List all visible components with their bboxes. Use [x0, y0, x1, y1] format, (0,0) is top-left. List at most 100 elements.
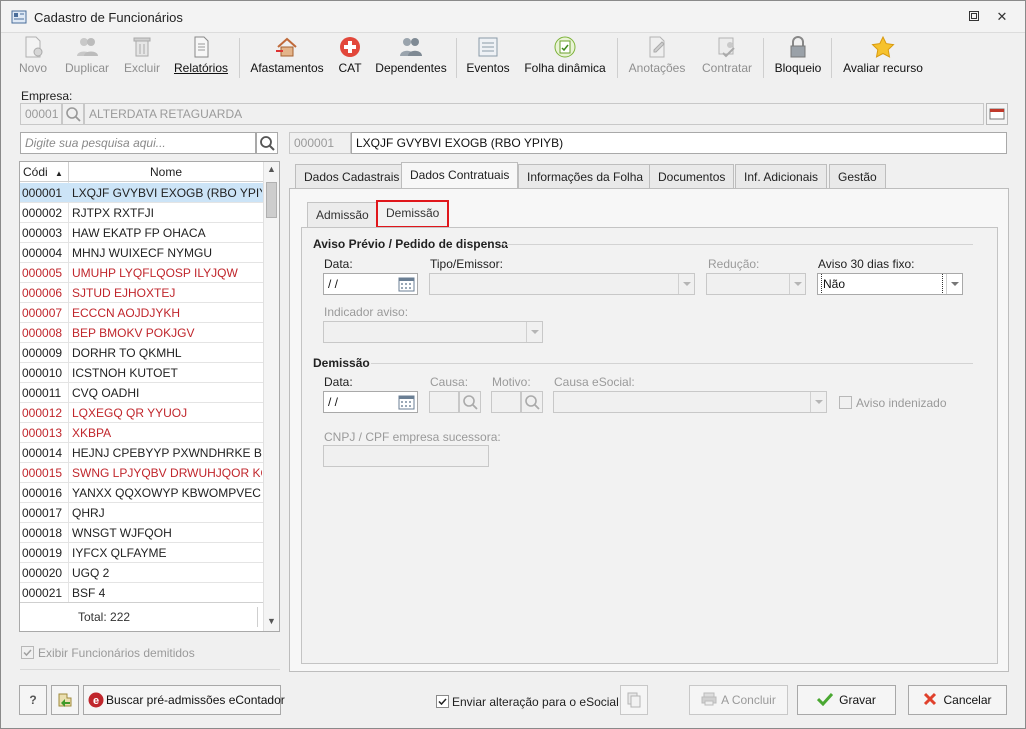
row-name: CVQ OADHI [72, 386, 140, 400]
contratar-button[interactable]: Contratar [697, 34, 757, 80]
cnpj-sucessora-input[interactable] [323, 445, 489, 467]
table-row[interactable]: 000004 MHNJ WUIXECF NYMGU [20, 243, 263, 263]
tab-dados-contratuais[interactable]: Dados Contratuais [401, 162, 519, 189]
table-row[interactable]: 000001 LXQJF GVYBVI EXOGB (RBO YPIYB) [20, 183, 263, 203]
table-row[interactable]: 000007 ECCCN AOJDJYKH [20, 303, 263, 323]
table-row[interactable]: 000010 ICSTNOH KUTOET [20, 363, 263, 383]
tipo-emissor-select[interactable] [429, 273, 695, 295]
indicador-aviso-select[interactable] [323, 321, 543, 343]
chevron-down-icon [810, 392, 826, 412]
column-code-header[interactable]: Códi ▲ [23, 162, 63, 182]
avaliar-recurso-button[interactable]: Avaliar recurso [841, 34, 925, 80]
list-rows: 000001 LXQJF GVYBVI EXOGB (RBO YPIYB) 000… [20, 183, 263, 603]
table-row[interactable]: 000011 CVQ OADHI [20, 383, 263, 403]
demissao-data-label: Data: [324, 375, 353, 389]
folha-dinamica-label: Folha dinâmica [524, 61, 606, 75]
table-row[interactable]: 000020 UGQ 2 [20, 563, 263, 583]
exibir-demitidos-checkbox[interactable] [21, 646, 34, 659]
concluir-button[interactable]: A Concluir [689, 685, 788, 715]
employee-name-field[interactable]: LXQJF GVYBVI EXOGB (RBO YPIYB) [351, 132, 1007, 154]
row-name: HEJNJ CPEBYYP PXWNDHRKE BTB J [72, 446, 262, 460]
column-name-header[interactable]: Nome [150, 162, 182, 182]
table-row[interactable]: 000021 BSF 4 [20, 583, 263, 603]
medical-cross-icon [340, 37, 360, 57]
help-button[interactable]: ? [19, 685, 47, 715]
table-row[interactable]: 000012 LQXEGQ QR YYUOJ [20, 403, 263, 423]
causa-esocial-select[interactable] [553, 391, 827, 413]
buscar-pre-admissoes-button[interactable]: e Buscar pré-admissões eContador [83, 685, 285, 715]
table-row[interactable]: 000002 RJTPX RXTFJI [20, 203, 263, 223]
reducao-label: Redução: [708, 257, 760, 271]
search-button[interactable] [256, 132, 278, 154]
search-icon [66, 107, 81, 122]
table-row[interactable]: 000008 BEP BMOKV POKJGV [20, 323, 263, 343]
scroll-thumb[interactable] [266, 182, 277, 218]
calendar-icon[interactable] [398, 394, 415, 410]
search-icon [260, 136, 275, 151]
tab-documentos[interactable]: Documentos [649, 164, 735, 189]
duplicar-button[interactable]: Duplicar [61, 34, 113, 80]
row-name: BEP BMOKV POKJGV [72, 326, 195, 340]
scroll-up-icon[interactable]: ▲ [267, 164, 276, 174]
demissao-section-title: Demissão [313, 356, 370, 370]
search-input[interactable]: Digite sua pesquisa aqui... [20, 132, 256, 154]
aviso-indenizado-checkbox[interactable] [839, 396, 852, 409]
gravar-button[interactable]: Gravar [797, 685, 896, 715]
tab-dados-cadastrais[interactable]: Dados Cadastrais [295, 164, 409, 189]
employee-list[interactable]: Códi ▲ Nome 000001 LXQJF GVYBVI EXOGB (RB… [19, 161, 280, 632]
tab-inf-adicionais[interactable]: Inf. Adicionais [735, 164, 828, 189]
scroll-down-icon[interactable]: ▼ [267, 616, 276, 626]
causa-search-button[interactable] [459, 391, 481, 413]
empresa-search-button[interactable] [62, 103, 84, 125]
list-scrollbar[interactable]: ▲ ▼ [263, 162, 279, 631]
footer-divider [257, 607, 258, 627]
table-row[interactable]: 000015 SWNG LPJYQBV DRWUHJQOR KQI Y [20, 463, 263, 483]
motivo-input[interactable] [491, 391, 521, 413]
subtab-demissao[interactable]: Demissão [376, 200, 450, 228]
chevron-down-icon [526, 322, 542, 342]
table-row[interactable]: 000018 WNSGT WJFQOH [20, 523, 263, 543]
empresa-code-field[interactable]: 00001 [20, 103, 62, 125]
bloqueio-button[interactable]: Bloqueio [771, 34, 825, 80]
empresa-details-button[interactable] [986, 103, 1008, 125]
house-arrow-icon [276, 37, 297, 57]
demissao-data-input[interactable]: / / [323, 391, 418, 413]
table-row[interactable]: 000003 HAW EKATP FP OHACA [20, 223, 263, 243]
restore-button[interactable] [963, 7, 985, 27]
novo-button[interactable]: Novo [13, 34, 53, 80]
import-button[interactable] [51, 685, 79, 715]
eventos-button[interactable]: Eventos [463, 34, 513, 80]
row-code: 000009 [22, 346, 63, 360]
enviar-esocial-checkbox[interactable] [436, 695, 449, 708]
cancelar-button[interactable]: Cancelar [908, 685, 1007, 715]
table-row[interactable]: 000016 YANXX QQXOWYP KBWOMPVEC A [20, 483, 263, 503]
table-row[interactable]: 000006 SJTUD EJHOXTEJ [20, 283, 263, 303]
restore-icon [969, 11, 979, 21]
table-row[interactable]: 000013 XKBPA [20, 423, 263, 443]
cat-button[interactable]: CAT [335, 34, 365, 80]
close-button[interactable]: ✕ [991, 7, 1013, 27]
tab-informacoes-folha[interactable]: Informações da Folha [518, 164, 653, 189]
causa-input[interactable] [429, 391, 459, 413]
table-row[interactable]: 000005 UMUHP LYQFLQOSP ILYJQW [20, 263, 263, 283]
esocial-history-button[interactable] [620, 685, 648, 715]
folha-dinamica-button[interactable]: Folha dinâmica [521, 34, 609, 80]
table-row[interactable]: 000009 DORHR TO QKMHL [20, 343, 263, 363]
aviso-data-input[interactable]: / / [323, 273, 418, 295]
relatorios-button[interactable]: Relatórios [171, 34, 231, 80]
table-row[interactable]: 000014 HEJNJ CPEBYYP PXWNDHRKE BTB J [20, 443, 263, 463]
reducao-select[interactable] [706, 273, 806, 295]
table-row[interactable]: 000017 QHRJ [20, 503, 263, 523]
excluir-button[interactable]: Excluir [121, 34, 163, 80]
calendar-icon[interactable] [398, 276, 415, 292]
anotacoes-button[interactable]: Anotações [625, 34, 689, 80]
table-row[interactable]: 000019 IYFCX QLFAYME [20, 543, 263, 563]
employee-code-field[interactable]: 000001 [289, 132, 351, 154]
motivo-search-button[interactable] [521, 391, 543, 413]
empresa-name-field[interactable]: ALTERDATA RETAGUARDA [84, 103, 984, 125]
afastamentos-button[interactable]: Afastamentos [247, 34, 327, 80]
aviso30-select[interactable]: Não [817, 273, 963, 295]
subtab-admissao[interactable]: Admissão [307, 202, 378, 228]
tab-gestao[interactable]: Gestão [829, 164, 886, 189]
dependentes-button[interactable]: Dependentes [373, 34, 449, 80]
